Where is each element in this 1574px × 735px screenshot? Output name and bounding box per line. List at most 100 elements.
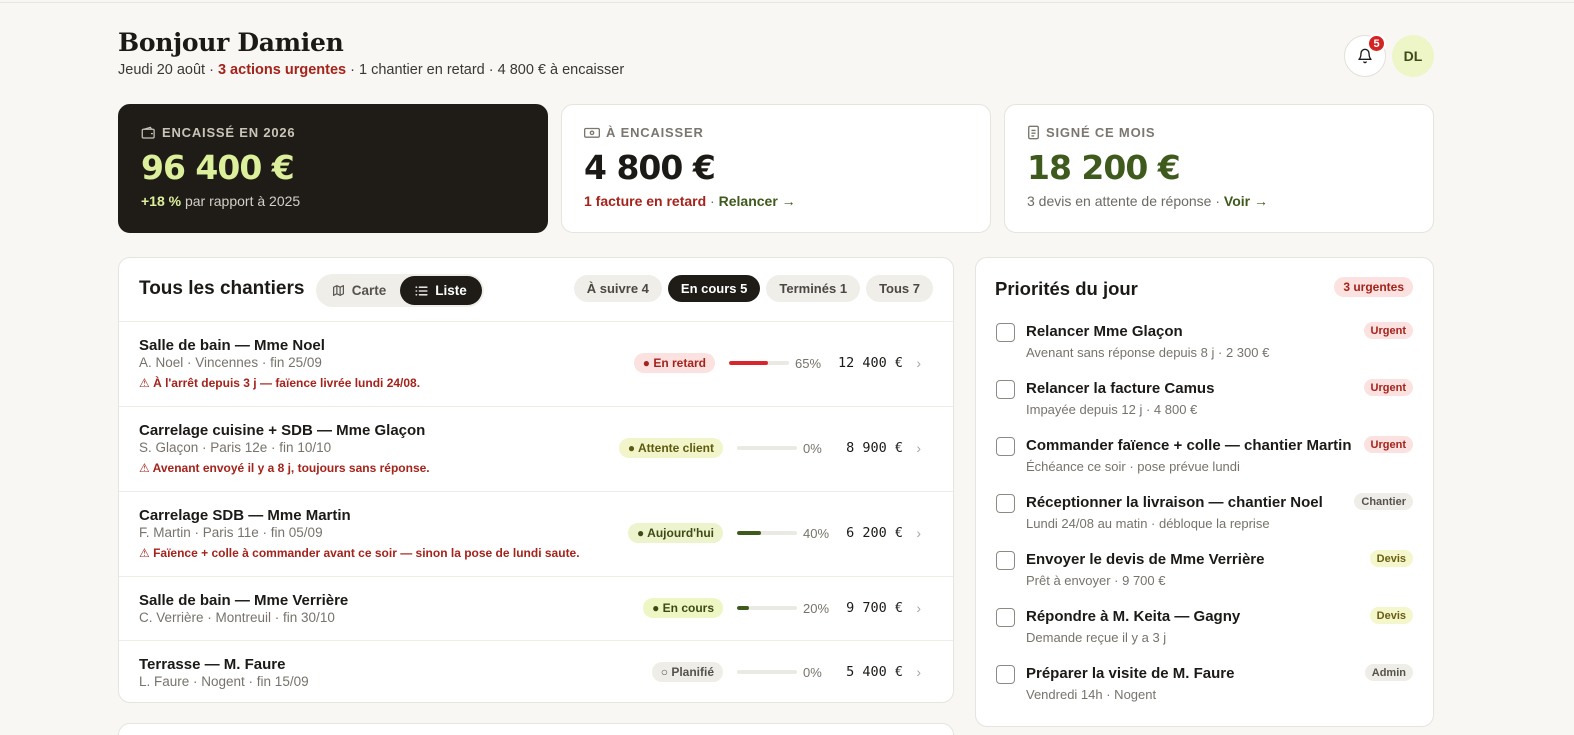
chantier-meta: F. Martin · Paris 11e · fin 05/09 [139, 525, 323, 540]
view-toggle: Carte Liste [316, 274, 484, 307]
notification-count-badge: 5 [1367, 34, 1386, 53]
chantier-title: Terrasse — M. Faure [139, 656, 286, 673]
kpi-cards: ENCAISSÉ EN 2026 96 400 € +18 % par rapp… [118, 104, 1434, 233]
chantier-title: Carrelage SDB — Mme Martin [139, 507, 351, 524]
view-map-label: Carte [351, 283, 387, 298]
urgent-count-badge: 3 urgentes [1334, 277, 1413, 297]
kpi-signe-card: SIGNÉ CE MOIS 18 200 € 3 devis en attent… [1004, 104, 1434, 233]
task-checkbox[interactable] [996, 437, 1015, 456]
progress-percent: 65% [795, 356, 822, 371]
chantier-row[interactable]: Carrelage SDB — Mme Martin F. Martin · P… [119, 492, 953, 577]
chantier-meta: S. Glaçon · Paris 12e · fin 10/10 [139, 440, 332, 455]
next-panel [118, 723, 954, 735]
kpi-encaisse-note-text: par rapport à 2025 [181, 193, 301, 209]
late-invoice-link[interactable]: 1 facture en retard [584, 193, 706, 209]
view-map-button[interactable]: Carte [318, 276, 400, 305]
task-title[interactable]: Réceptionner la livraison — chantier Noe… [1026, 494, 1323, 511]
chantier-meta: A. Noel · Vincennes · fin 25/09 [139, 355, 322, 370]
chantier-alert: ⚠ Faïence + colle à commander avant ce s… [139, 546, 580, 560]
task-tag: Urgent [1363, 436, 1413, 453]
status-badge: ● Aujourd'hui [628, 523, 723, 543]
task-item: Préparer la visite de M. Faure Vendredi … [995, 663, 1413, 713]
list-icon [415, 286, 428, 295]
filter-tous[interactable]: Tous 7 [866, 275, 933, 302]
kpi-a-encaisser-label-row: À ENCAISSER [584, 125, 968, 140]
kpi-note-separator: · [706, 193, 719, 209]
task-title[interactable]: Préparer la visite de M. Faure [1026, 665, 1234, 682]
task-meta: Prêt à envoyer · 9 700 € [1026, 573, 1166, 588]
task-title[interactable]: Répondre à M. Keita — Gagny [1026, 608, 1240, 625]
task-checkbox[interactable] [996, 608, 1015, 627]
task-tag: Urgent [1363, 322, 1413, 339]
view-list-button[interactable]: Liste [400, 276, 482, 305]
priorities-panel: Priorités du jour 3 urgentes Relancer Mm… [975, 257, 1434, 727]
chantier-amount: 8 900 € [846, 440, 903, 456]
chantier-alert: ⚠ Avenant envoyé il y a 8 j, toujours sa… [139, 461, 430, 475]
priorities-title: Priorités du jour [995, 278, 1138, 299]
kpi-encaisse-value: 96 400 € [141, 148, 295, 187]
chantier-title: Salle de bain — Mme Noel [139, 337, 325, 354]
task-tag: Devis [1369, 550, 1413, 567]
filter-en-cours[interactable]: En cours 5 [667, 275, 761, 302]
page-title: Bonjour Damien [118, 28, 344, 57]
chantier-row[interactable]: Carrelage cuisine + SDB — Mme Glaçon S. … [119, 407, 953, 492]
task-checkbox[interactable] [996, 380, 1015, 399]
summary-urgent[interactable]: 3 actions urgentes [218, 62, 346, 78]
status-filters: À suivre 4 En cours 5 Terminés 1 Tous 7 [573, 275, 933, 302]
chantier-amount: 12 400 € [837, 355, 903, 371]
task-title[interactable]: Envoyer le devis de Mme Verrière [1026, 551, 1264, 568]
user-avatar[interactable]: DL [1392, 35, 1434, 77]
summary-separator: · [205, 62, 218, 78]
task-checkbox[interactable] [996, 494, 1015, 513]
chantier-title: Salle de bain — Mme Verrière [139, 592, 349, 609]
task-checkbox[interactable] [996, 665, 1015, 684]
status-badge: ○ Planifié [651, 662, 723, 682]
kpi-encaisse-label-row: ENCAISSÉ EN 2026 [141, 125, 525, 140]
task-meta: Vendredi 14h · Nogent [1026, 687, 1157, 702]
summary-rest: · 1 chantier en retard · 4 800 € à encai… [346, 62, 625, 78]
map-icon [332, 285, 344, 296]
chantier-amount: 6 200 € [846, 525, 903, 541]
task-tag: Chantier [1354, 493, 1413, 510]
relancer-link[interactable]: Relancer → [719, 193, 796, 209]
chantiers-title: Tous les chantiers [139, 278, 305, 299]
top-divider [0, 2, 1574, 3]
kpi-encaisse-label: ENCAISSÉ EN 2026 [162, 125, 296, 140]
chantier-meta: C. Verrière · Montreuil · fin 30/10 [139, 610, 335, 625]
progress-fill [737, 531, 761, 535]
banknote-icon [584, 127, 600, 138]
task-item: Répondre à M. Keita — Gagny Demande reçu… [995, 606, 1413, 656]
progress-bar [737, 606, 797, 610]
task-meta: Demande reçue il y a 3 j [1026, 630, 1167, 645]
task-checkbox[interactable] [996, 323, 1015, 342]
chevron-right-icon: › [916, 355, 921, 371]
chantier-row[interactable]: Salle de bain — Mme Noel A. Noel · Vince… [119, 322, 953, 407]
task-title[interactable]: Relancer Mme Glaçon [1026, 323, 1183, 340]
task-title[interactable]: Relancer la facture Camus [1026, 380, 1214, 397]
chevron-right-icon: › [916, 440, 921, 456]
task-meta: Avenant sans réponse depuis 8 j · 2 300 … [1026, 345, 1270, 360]
chantiers-panel: Tous les chantiers Carte Liste À suivre … [118, 257, 954, 703]
chantier-title: Carrelage cuisine + SDB — Mme Glaçon [139, 422, 426, 439]
notifications-button[interactable]: 5 [1344, 34, 1386, 77]
filter-termines[interactable]: Terminés 1 [766, 275, 861, 302]
task-checkbox[interactable] [996, 551, 1015, 570]
progress-percent: 0% [803, 441, 822, 456]
chantier-row[interactable]: Terrasse — M. Faure L. Faure · Nogent · … [119, 641, 953, 702]
progress-bar [737, 531, 797, 535]
task-meta: Impayée depuis 12 j · 4 800 € [1026, 402, 1198, 417]
task-item: Réceptionner la livraison — chantier Noe… [995, 492, 1413, 542]
chantier-alert: ⚠ À l'arrêt depuis 3 j — faïence livrée … [139, 376, 421, 390]
chantier-row[interactable]: Salle de bain — Mme Verrière C. Verrière… [119, 577, 953, 641]
task-meta: Échéance ce soir · pose prévue lundi [1026, 459, 1240, 474]
task-title[interactable]: Commander faïence + colle — chantier Mar… [1026, 437, 1352, 454]
kpi-signe-note-text: 3 devis en attente de réponse · [1027, 193, 1224, 209]
voir-devis-link[interactable]: Voir → [1224, 193, 1268, 209]
kpi-encaisse-note: +18 % par rapport à 2025 [141, 193, 525, 209]
filter-a-suivre[interactable]: À suivre 4 [573, 275, 662, 302]
kpi-encaisse-delta: +18 % [141, 193, 182, 209]
progress-bar [737, 670, 797, 674]
task-item: Relancer la facture Camus Impayée depuis… [995, 378, 1413, 428]
kpi-signe-label-row: SIGNÉ CE MOIS [1027, 125, 1411, 140]
task-item: Commander faïence + colle — chantier Mar… [995, 435, 1413, 485]
